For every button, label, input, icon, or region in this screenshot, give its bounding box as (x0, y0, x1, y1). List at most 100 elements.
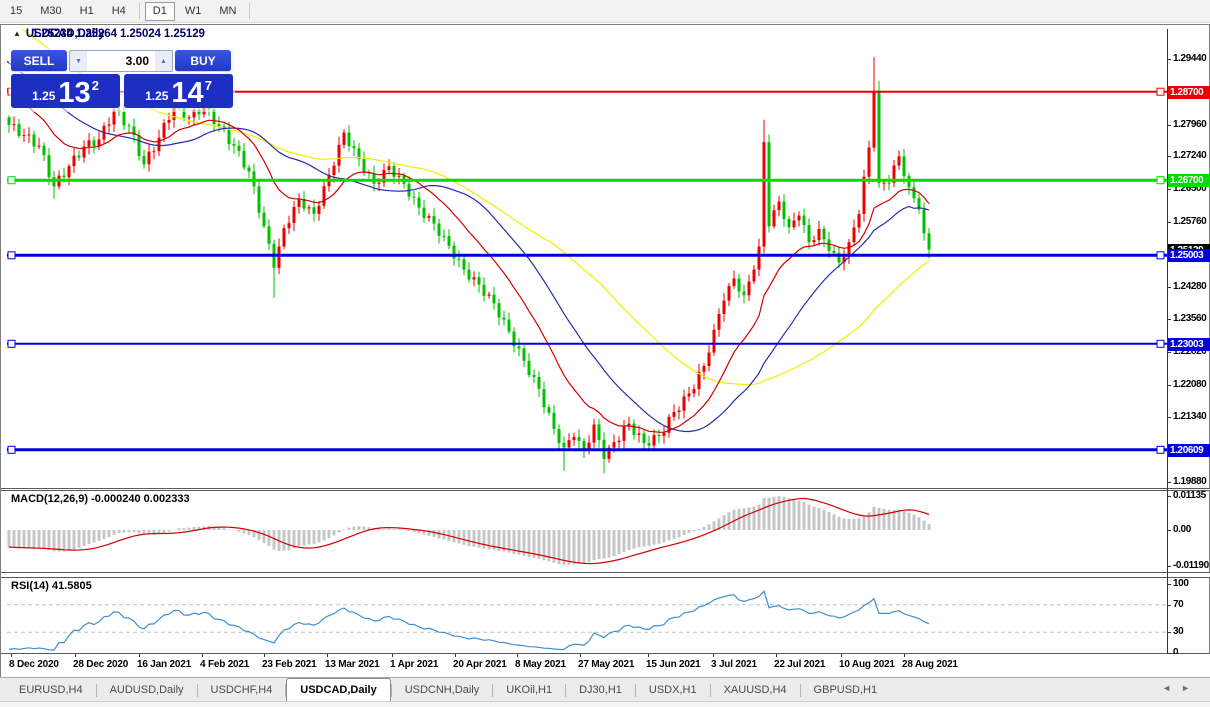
time-axis-tick (713, 654, 714, 657)
time-axis-tick (11, 654, 12, 657)
time-axis-tick (517, 654, 518, 657)
date-axis-label: 28 Aug 2021 (902, 659, 958, 670)
sell-price-tile[interactable]: 1.25 13 2 (11, 74, 120, 108)
tab-usdx-h1[interactable]: USDX,H1 (636, 680, 710, 701)
volume-increase-button[interactable]: ▲ (155, 51, 172, 71)
tab-usdchf-h4[interactable]: USDCHF,H4 (198, 680, 286, 701)
time-axis-tick (202, 654, 203, 657)
timeframe-button-d1[interactable]: D1 (144, 1, 175, 21)
tab-ukoil-h1[interactable]: UKOil,H1 (493, 680, 565, 701)
timeframe-button-mn[interactable]: MN (211, 2, 244, 21)
date-axis-label: 4 Feb 2021 (200, 659, 250, 670)
date-axis-label: 8 Dec 2020 (9, 659, 59, 670)
buy-price-tile[interactable]: 1.25 14 7 (124, 74, 233, 108)
tab-gbpusd-h1[interactable]: GBPUSD,H1 (801, 680, 891, 701)
time-axis-tick (75, 654, 76, 657)
chart-tab-bar: EURUSD,H4 AUDUSD,Daily USDCHF,H4 USDCAD,Dai… (0, 677, 1210, 702)
tab-audusd-daily[interactable]: AUDUSD,Daily (97, 680, 197, 701)
tab-eurusd-h4[interactable]: EURUSD,H4 (6, 680, 96, 701)
rsi-canvas[interactable] (7, 578, 1167, 653)
date-axis-label: 22 Jul 2021 (774, 659, 826, 670)
date-axis-label: 28 Dec 2020 (73, 659, 129, 670)
tab-scroll-left-button[interactable]: ◄ (1162, 683, 1181, 693)
price-axis-label: 1.24280 (1173, 281, 1207, 293)
date-axis-label: 20 Apr 2021 (453, 659, 507, 670)
price-axis-line (1167, 29, 1168, 653)
price-line-label-1.25003: 1.25003 (1168, 249, 1210, 263)
buy-price-sup: 7 (204, 78, 212, 93)
price-axis-label: 1.23560 (1173, 313, 1207, 325)
timeframe-button-m30[interactable]: M30 (32, 2, 69, 21)
price-line-label-1.28700: 1.28700 (1168, 85, 1210, 99)
price-axis-label: 1.27960 (1173, 118, 1207, 130)
date-axis-label: 15 Jun 2021 (646, 659, 701, 670)
time-axis-tick (327, 654, 328, 657)
time-axis-tick (139, 654, 140, 657)
tab-usdcad-daily[interactable]: USDCAD,Daily (286, 678, 391, 702)
hline-1.20609[interactable] (7, 445, 1167, 454)
buy-button[interactable]: BUY (175, 50, 231, 72)
volume-decrease-button[interactable]: ▼ (70, 51, 87, 71)
time-axis-tick (648, 654, 649, 657)
rsi-indicator-label: RSI(14) 41.5805 (11, 580, 92, 592)
date-axis-label: 16 Jan 2021 (137, 659, 191, 670)
timeframe-button-h1[interactable]: H1 (72, 2, 102, 21)
price-line-label-1.20609: 1.20609 (1168, 443, 1210, 457)
chart-title: ▲ USDCAD,Daily 1.25234 1.25264 1.25024 1.… (13, 28, 205, 40)
buy-price-prefix: 1.25 (145, 89, 169, 103)
tab-usdcnh-daily[interactable]: USDCNH,Daily (392, 680, 493, 701)
macd-axis-label: 0.01135 (1173, 490, 1206, 501)
macd-indicator-label: MACD(12,26,9) -0.000240 0.002333 (11, 493, 190, 505)
current-price-label: 1.25129 (1168, 243, 1210, 257)
date-axis-label: 3 Jul 2021 (711, 659, 757, 670)
date-axis-label: 8 May 2021 (515, 659, 566, 670)
date-axis-label: 27 May 2021 (578, 659, 635, 670)
volume-spinner: ▼ ▲ (69, 50, 173, 72)
sell-button[interactable]: SELL (11, 50, 67, 72)
chart-ohlc-quote: 1.25234 1.25264 1.25024 1.25129 (32, 28, 205, 40)
time-axis-tick (776, 654, 777, 657)
timeframe-button-15[interactable]: 15 (2, 2, 30, 21)
toolbar-separator (249, 3, 251, 19)
price-line-label-1.26700: 1.26700 (1168, 174, 1210, 188)
sell-price-prefix: 1.25 (32, 89, 56, 103)
time-axis-tick (264, 654, 265, 657)
price-axis-label: 1.27240 (1173, 150, 1207, 162)
rsi-axis-label: 30 (1173, 626, 1184, 638)
volume-input[interactable] (87, 51, 155, 71)
time-axis-tick (841, 654, 842, 657)
sell-price-big: 13 (58, 77, 91, 109)
hline-1.26700[interactable] (7, 176, 1167, 185)
macd-axis-label: 0.00 (1173, 524, 1191, 535)
time-axis-tick (904, 654, 905, 657)
toolbar-separator (138, 3, 140, 19)
price-axis-label: 1.25760 (1173, 215, 1207, 227)
time-axis[interactable]: 8 Dec 2020 28 Dec 2020 16 Jan 2021 4 Feb 20… (1, 654, 1210, 677)
sell-price-sup: 2 (91, 78, 99, 93)
price-axis-label: 1.26500 (1173, 183, 1207, 195)
chart-window: ▲ USDCAD,Daily 1.25234 1.25264 1.25024 1.… (0, 24, 1210, 677)
price-axis-label: 1.29440 (1173, 53, 1207, 64)
tab-scroll-right-button[interactable]: ► (1181, 683, 1200, 693)
tab-xauusd-h4[interactable]: XAUUSD,H4 (711, 680, 800, 701)
price-axis-label: 1.21340 (1173, 411, 1207, 423)
price-axis-label: 1.19880 (1173, 476, 1207, 487)
price-line-label-1.23003: 1.23003 (1168, 337, 1210, 351)
hline-1.25003[interactable] (7, 251, 1167, 260)
rsi-axis-label: 100 (1173, 578, 1189, 589)
one-click-trading-panel: SELL ▼ ▲ BUY 1.25 13 2 1.25 14 7 (9, 48, 235, 112)
date-axis-label: 1 Apr 2021 (390, 659, 439, 670)
buy-price-big: 14 (171, 77, 204, 109)
time-axis-tick (392, 654, 393, 657)
date-axis-label: 23 Feb 2021 (262, 659, 317, 670)
hline-1.23003[interactable] (7, 339, 1167, 348)
status-strip (0, 701, 1210, 707)
tab-dj30-h1[interactable]: DJ30,H1 (566, 680, 635, 701)
timeframe-toolbar: 15 M30 H1 H4 D1 W1 MN (0, 0, 1210, 23)
timeframe-button-h4[interactable]: H4 (104, 2, 134, 21)
collapse-chart-icon[interactable]: ▲ (13, 29, 21, 38)
macd-axis-label: -0.01190 (1173, 559, 1209, 571)
timeframe-button-w1[interactable]: W1 (177, 2, 210, 21)
date-axis-label: 13 Mar 2021 (325, 659, 380, 670)
rsi-axis-label: 70 (1173, 598, 1184, 610)
